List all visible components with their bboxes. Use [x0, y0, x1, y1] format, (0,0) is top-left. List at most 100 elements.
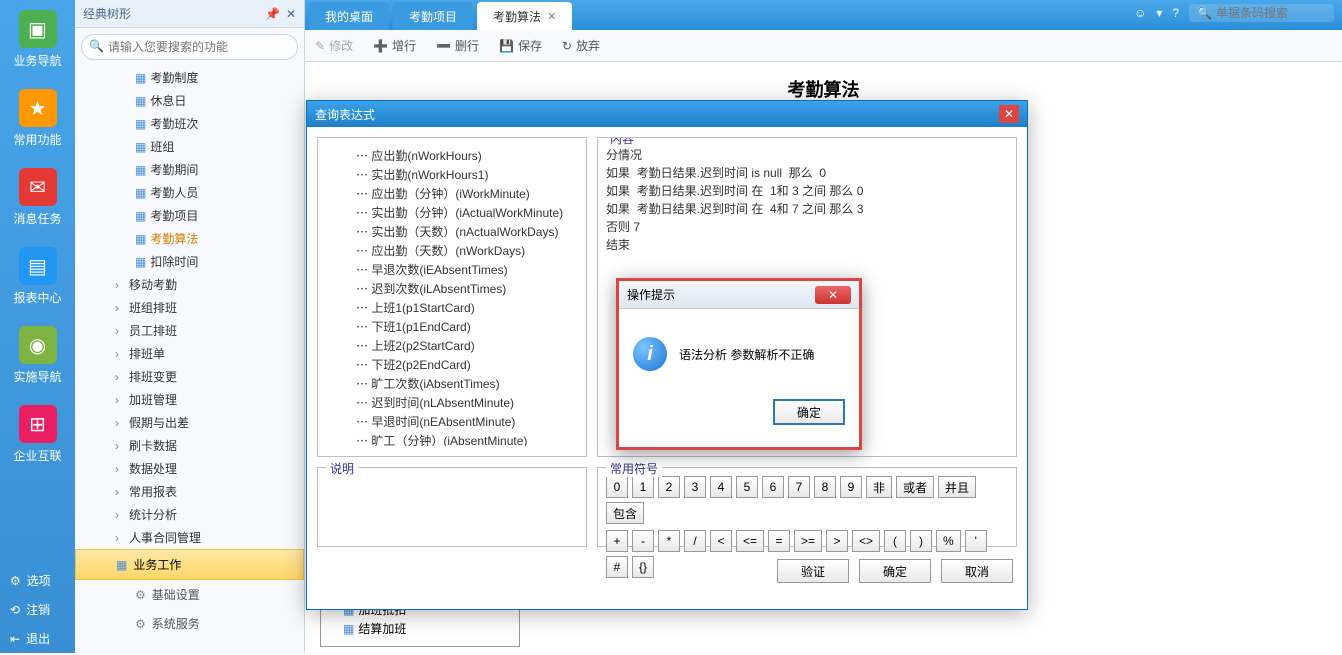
tab[interactable]: 考勤算法✕	[477, 2, 572, 30]
symbol-button[interactable]: >=	[794, 530, 822, 552]
tree-node[interactable]: ▦考勤制度	[75, 66, 304, 89]
toolbar-discard-button[interactable]: ↻放弃	[562, 37, 600, 54]
tree-node[interactable]: ›移动考勤	[75, 273, 304, 296]
symbol-button[interactable]: #	[606, 556, 628, 578]
pin-icon[interactable]: 📌	[265, 7, 280, 21]
field-item[interactable]: ⋯ 应出勤(nWorkHours)	[326, 146, 574, 165]
tab-close-icon[interactable]: ✕	[547, 10, 556, 23]
dialog-title-bar[interactable]: 查询表达式 ✕	[307, 101, 1027, 127]
field-item[interactable]: ⋯ 早退次数(iEAbsentTimes)	[326, 260, 574, 279]
toolbar-del-button[interactable]: ➖删行	[436, 37, 479, 54]
tree-section[interactable]: ⚙系统服务	[75, 609, 304, 638]
nav-item-impl[interactable]: ◉ 实施导航	[0, 316, 75, 395]
tree-node[interactable]: ›人事合同管理	[75, 526, 304, 549]
tree-section[interactable]: ⚙基础设置	[75, 580, 304, 609]
field-item[interactable]: ⋯ 旷工（分钟）(iAbsentMinute)	[326, 431, 574, 446]
tree-node[interactable]: ›假期与出差	[75, 411, 304, 434]
toolbar-edit-button[interactable]: ✎修改	[315, 37, 353, 54]
smiley-icon[interactable]: ☺	[1134, 6, 1146, 20]
field-tree-list[interactable]: ⋯ 应出勤(nWorkHours)⋯ 实出勤(nWorkHours1)⋯ 应出勤…	[326, 146, 578, 446]
symbol-button[interactable]: )	[910, 530, 932, 552]
symbol-button[interactable]: >	[826, 530, 848, 552]
nav-item-business[interactable]: ▣ 业务导航	[0, 0, 75, 79]
tree-node[interactable]: ›常用报表	[75, 480, 304, 503]
alert-close-button[interactable]: ✕	[815, 286, 851, 304]
tree-node[interactable]: ›排班单	[75, 342, 304, 365]
tab[interactable]: 考勤项目	[393, 2, 473, 30]
symbol-button[interactable]: 7	[788, 476, 810, 498]
symbol-button[interactable]: 9	[840, 476, 862, 498]
nav-item-report[interactable]: ▤ 报表中心	[0, 237, 75, 316]
field-item[interactable]: ⋯ 上班1(p1StartCard)	[326, 298, 574, 317]
symbol-button[interactable]: <>	[852, 530, 880, 552]
tree-node[interactable]: ▦考勤班次	[75, 112, 304, 135]
symbol-button[interactable]: 0	[606, 476, 628, 498]
tree-node[interactable]: ›排班变更	[75, 365, 304, 388]
symbol-button[interactable]: /	[684, 530, 706, 552]
symbol-button[interactable]: {}	[632, 556, 654, 578]
tree-node[interactable]: ▦扣除时间	[75, 250, 304, 273]
tree-node[interactable]: ▦考勤期间	[75, 158, 304, 181]
symbol-button[interactable]: 1	[632, 476, 654, 498]
field-item[interactable]: ⋯ 实出勤（天数）(nActualWorkDays)	[326, 222, 574, 241]
tree-section-business[interactable]: ▦业务工作	[75, 549, 304, 580]
nav-item-common[interactable]: ★ 常用功能	[0, 79, 75, 158]
symbol-button[interactable]: 5	[736, 476, 758, 498]
tree-body[interactable]: ▦考勤制度▦休息日▦考勤班次▦班组▦考勤期间▦考勤人员▦考勤项目▦考勤算法▦扣除…	[75, 66, 304, 655]
symbol-button[interactable]: <=	[736, 530, 764, 552]
tab[interactable]: 我的桌面	[309, 2, 389, 30]
alert-title-bar[interactable]: 操作提示 ✕	[619, 281, 859, 309]
field-item[interactable]: ⋯ 应出勤（天数）(nWorkDays)	[326, 241, 574, 260]
field-item[interactable]: ⋯ 旷工次数(iAbsentTimes)	[326, 374, 574, 393]
symbol-button[interactable]: '	[965, 530, 987, 552]
field-item[interactable]: ⋯ 下班2(p2EndCard)	[326, 355, 574, 374]
alert-ok-button[interactable]: 确定	[773, 399, 845, 425]
tree-search-input[interactable]	[81, 34, 298, 60]
symbol-button[interactable]: %	[936, 530, 961, 552]
tree-node[interactable]: ▦班组	[75, 135, 304, 158]
field-item[interactable]: ⋯ 迟到时间(nLAbsentMinute)	[326, 393, 574, 412]
close-icon[interactable]: ✕	[286, 7, 296, 21]
tree-node[interactable]: ▦考勤项目	[75, 204, 304, 227]
symbol-button[interactable]: *	[658, 530, 680, 552]
field-item[interactable]: ⋯ 实出勤（分钟）(iActualWorkMinute)	[326, 203, 574, 222]
tree-node[interactable]: ›加班管理	[75, 388, 304, 411]
symbol-button[interactable]: (	[884, 530, 906, 552]
tree-node[interactable]: ›统计分析	[75, 503, 304, 526]
symbol-button[interactable]: 4	[710, 476, 732, 498]
help-icon[interactable]: ?	[1172, 6, 1179, 20]
symbol-button[interactable]: =	[768, 530, 790, 552]
tree-node[interactable]: ▦休息日	[75, 89, 304, 112]
nav-options[interactable]: ⚙选项	[0, 566, 75, 595]
symbol-button[interactable]: +	[606, 530, 628, 552]
subtree-item[interactable]: ▦结算加班	[323, 619, 517, 638]
tree-node[interactable]: ›数据处理	[75, 457, 304, 480]
symbol-button[interactable]: 或者	[896, 476, 934, 498]
field-item[interactable]: ⋯ 应出勤（分钟）(iWorkMinute)	[326, 184, 574, 203]
field-item[interactable]: ⋯ 上班2(p2StartCard)	[326, 336, 574, 355]
symbol-button[interactable]: 8	[814, 476, 836, 498]
toolbar-add-button[interactable]: ➕增行	[373, 37, 416, 54]
tree-node[interactable]: ›班组排班	[75, 296, 304, 319]
symbol-button[interactable]: <	[710, 530, 732, 552]
field-item[interactable]: ⋯ 实出勤(nWorkHours1)	[326, 165, 574, 184]
tree-node[interactable]: ▦考勤算法	[75, 227, 304, 250]
symbol-button[interactable]: 非	[866, 476, 892, 498]
nav-item-message[interactable]: ✉ 消息任务	[0, 158, 75, 237]
symbol-button[interactable]: 包含	[606, 502, 644, 524]
toolbar-save-button[interactable]: 💾保存	[499, 37, 542, 54]
dialog-close-button[interactable]: ✕	[999, 105, 1019, 123]
symbol-button[interactable]: 2	[658, 476, 680, 498]
symbol-button[interactable]: -	[632, 530, 654, 552]
nav-item-enterprise[interactable]: ⊞ 企业互联	[0, 395, 75, 474]
field-item[interactable]: ⋯ 迟到次数(iLAbsentTimes)	[326, 279, 574, 298]
tree-node[interactable]: ›员工排班	[75, 319, 304, 342]
symbol-button[interactable]: 6	[762, 476, 784, 498]
symbol-button[interactable]: 3	[684, 476, 706, 498]
chevron-down-icon[interactable]: ▾	[1156, 6, 1162, 20]
field-item[interactable]: ⋯ 早退时间(nEAbsentMinute)	[326, 412, 574, 431]
top-search-input[interactable]	[1216, 6, 1326, 20]
tree-node[interactable]: ›刷卡数据	[75, 434, 304, 457]
symbol-button[interactable]: 并且	[938, 476, 976, 498]
field-item[interactable]: ⋯ 下班1(p1EndCard)	[326, 317, 574, 336]
